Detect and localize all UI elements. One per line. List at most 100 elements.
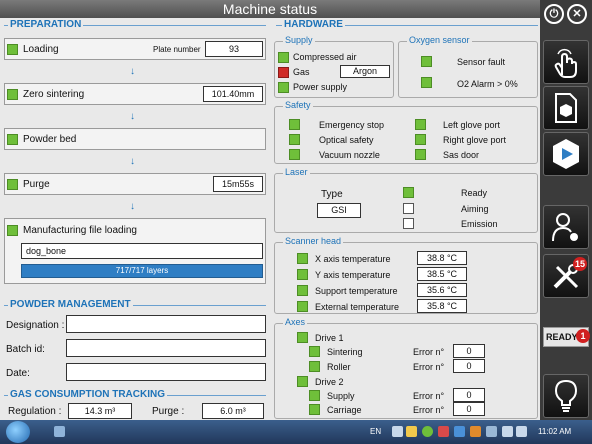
left-glove-label: Left glove port: [443, 120, 501, 130]
right-glove-led: [415, 134, 426, 145]
gas-type-field: Argon: [340, 65, 390, 78]
layers-progress-text: 717/717 layers: [115, 266, 169, 275]
support-temp-led: [297, 285, 308, 296]
compressed-air-led: [278, 52, 289, 63]
optical-safety-led: [289, 134, 300, 145]
document-button[interactable]: [543, 86, 589, 130]
close-icon[interactable]: ✕: [567, 4, 587, 24]
left-glove-led: [415, 119, 426, 130]
gas-purge-field: 6.0 m³: [202, 403, 264, 419]
plate-number-label: Plate number: [153, 45, 201, 54]
plate-number-field[interactable]: 93: [205, 41, 263, 57]
user-settings-button[interactable]: [543, 205, 589, 249]
scanner-group: Scanner head X axis temperature 38.8 °C …: [274, 236, 538, 314]
roller-led: [309, 361, 320, 372]
support-temp-label: Support temperature: [315, 286, 398, 296]
emergency-stop-led: [289, 119, 300, 130]
sas-door-label: Sas door: [443, 150, 480, 160]
touch-button[interactable]: [543, 40, 589, 84]
hardware-title: HARDWARE: [282, 19, 345, 30]
windows-start-icon[interactable]: [6, 421, 30, 443]
sintering-led: [309, 346, 320, 357]
regulation-field: 14.3 m³: [68, 403, 132, 419]
alerts-badge: 15: [572, 257, 587, 271]
laser-aiming-label: Aiming: [461, 204, 489, 214]
volume-icon[interactable]: [516, 426, 527, 437]
carriage-error-label: Error n°: [413, 405, 445, 415]
purge-field[interactable]: 15m55s: [213, 176, 263, 192]
vacuum-nozzle-led: [289, 149, 300, 160]
power-icon[interactable]: ⏻: [544, 4, 564, 24]
sas-door-led: [415, 149, 426, 160]
loading-led: [7, 44, 18, 55]
laser-ready-led: [403, 187, 414, 198]
taskbar: EN 11:02 AM: [0, 420, 592, 444]
x-axis-temp-field: 38.8 °C: [417, 251, 467, 265]
arrow-down-icon: ↓: [130, 66, 135, 77]
manufacturing-file-field[interactable]: dog_bone: [21, 243, 263, 259]
ready-label: READY: [546, 332, 578, 342]
cube-play-button[interactable]: [543, 132, 589, 176]
tips-button[interactable]: [543, 374, 589, 418]
tray-app-icon[interactable]: [486, 426, 497, 437]
designation-field[interactable]: [66, 315, 266, 333]
powder-bed-step: Powder bed: [4, 128, 266, 150]
vacuum-nozzle-label: Vacuum nozzle: [319, 150, 380, 160]
date-label: Date:: [6, 368, 30, 379]
optical-safety-label: Optical safety: [319, 135, 374, 145]
safety-title: Safety: [283, 100, 313, 110]
zero-sintering-field[interactable]: 101.40mm: [203, 86, 263, 102]
laser-group: Laser Type GSI Ready Aiming Emission: [274, 167, 538, 233]
ready-button[interactable]: READY 1: [543, 327, 590, 347]
language-indicator[interactable]: EN: [370, 427, 381, 436]
ready-badge: 1: [576, 329, 590, 343]
x-axis-temp-led: [297, 253, 308, 264]
tools-button[interactable]: 15: [543, 254, 589, 298]
supply-axis-led: [309, 390, 320, 401]
batch-id-field[interactable]: [66, 339, 266, 357]
lightbulb-icon: [554, 379, 578, 412]
y-axis-temp-field: 38.5 °C: [417, 267, 467, 281]
supply-axis-label: Supply: [327, 391, 355, 401]
tray-app-icon[interactable]: [392, 426, 403, 437]
sensor-fault-label: Sensor fault: [457, 57, 506, 67]
right-glove-label: Right glove port: [443, 135, 507, 145]
drive1-led: [297, 332, 308, 343]
tray-app-icon[interactable]: [470, 426, 481, 437]
gas-label: Gas: [293, 67, 310, 77]
tray-app-icon[interactable]: [406, 426, 417, 437]
sintering-error-label: Error n°: [413, 347, 445, 357]
network-icon[interactable]: [502, 426, 513, 437]
clock[interactable]: 11:02 AM: [538, 427, 571, 436]
manufacturing-step: Manufacturing file loading dog_bone 717/…: [4, 218, 266, 284]
regulation-label: Regulation :: [8, 406, 62, 417]
laser-title: Laser: [283, 167, 310, 177]
user-settings-icon: [552, 213, 578, 242]
arrow-down-icon: ↓: [130, 201, 135, 212]
laser-type-field: GSI: [317, 203, 361, 218]
preparation-title: PREPARATION: [8, 19, 84, 30]
batch-id-label: Batch id:: [6, 344, 45, 355]
safety-group: Safety Emergency stop Optical safety Vac…: [274, 100, 538, 164]
date-field[interactable]: [66, 363, 266, 381]
designation-label: Designation :: [6, 320, 65, 331]
keyboard-icon[interactable]: [54, 426, 65, 437]
laser-type-label: Type: [321, 189, 343, 200]
laser-emission-led: [403, 218, 414, 229]
axes-title: Axes: [283, 317, 308, 327]
carriage-label: Carriage: [327, 405, 362, 415]
gas-led: [278, 67, 289, 78]
laser-aiming-led: [403, 203, 414, 214]
tray-app-icon[interactable]: [454, 426, 465, 437]
sintering-error-field: 0: [453, 344, 485, 358]
sintering-label: Sintering: [327, 347, 363, 357]
laser-ready-label: Ready: [461, 188, 488, 198]
roller-error-field: 0: [453, 359, 485, 373]
drive2-led: [297, 376, 308, 387]
supply-error-label: Error n°: [413, 391, 445, 401]
tray-app-icon[interactable]: [438, 426, 449, 437]
purge-label: Purge: [23, 179, 50, 190]
tray-app-icon[interactable]: [422, 426, 433, 437]
arrow-down-icon: ↓: [130, 156, 135, 167]
gas-purge-label: Purge :: [152, 406, 185, 417]
